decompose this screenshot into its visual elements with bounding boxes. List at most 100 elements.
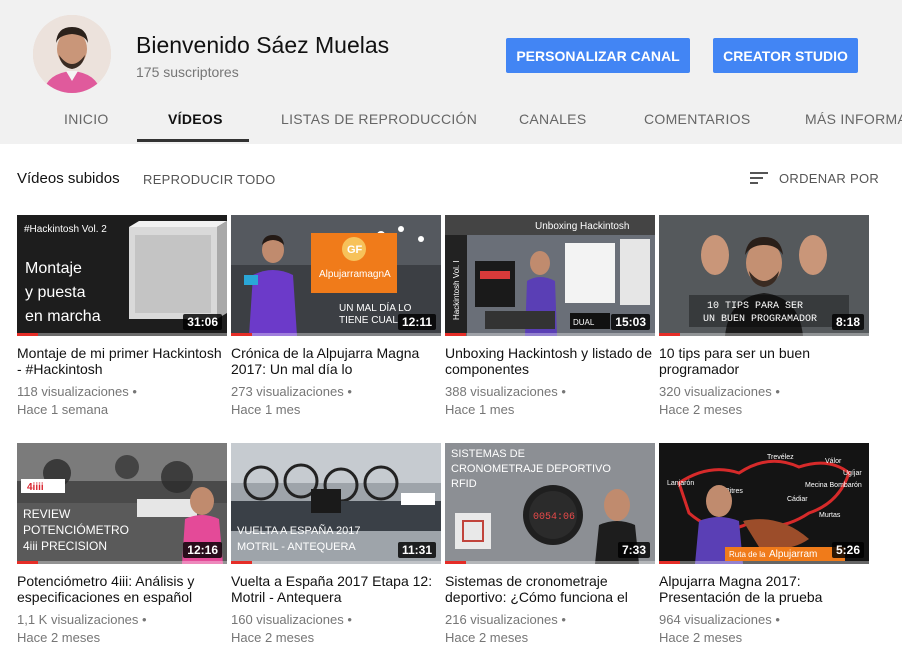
thumb-text: Ugíjar (843, 470, 862, 477)
sort-button[interactable]: ORDENAR POR (750, 168, 879, 188)
video-title[interactable]: Crónica de la Alpujarra Magna 2017: Un m… (231, 345, 441, 377)
thumb-text: POTENCIÓMETRO (23, 522, 129, 537)
video-card[interactable]: 4iiii REVIEW POTENCIÓMETRO 4iii PRECISIO… (17, 443, 227, 647)
video-duration: 12:16 (183, 542, 222, 558)
thumb-text: Montaje (25, 260, 82, 277)
tab-inicio[interactable]: INICIO (64, 96, 109, 144)
thumb-text: TIENE CUAL (339, 315, 398, 326)
video-card[interactable]: GF AlpujarramagnA UN MAL DÍA LO TIENE CU… (231, 215, 441, 419)
thumb-text: y puesta (25, 284, 86, 301)
video-age: Hace 2 meses (659, 402, 743, 417)
video-thumbnail[interactable]: 10 TIPS PARA SER UN BUEN PROGRAMADOR 8:1… (659, 215, 869, 336)
video-age: Hace 2 meses (445, 630, 529, 645)
watch-progress (17, 333, 227, 336)
video-views: 320 visualizaciones • (659, 384, 780, 399)
sort-icon (750, 171, 768, 185)
video-card[interactable]: 10 TIPS PARA SER UN BUEN PROGRAMADOR 8:1… (659, 215, 869, 419)
video-card[interactable]: Unboxing Hackintosh Hackintosh Vol. I DU… (445, 215, 655, 419)
thumb-text: en marcha (25, 308, 101, 325)
watch-progress (445, 561, 655, 564)
video-views: 388 visualizaciones • (445, 384, 566, 399)
video-title[interactable]: Sistemas de cronometraje deportivo: ¿Cóm… (445, 573, 655, 605)
thumb-text: RFID (451, 478, 477, 490)
video-duration: 7:33 (617, 542, 650, 558)
customize-channel-button[interactable]: PERSONALIZAR CANAL (506, 38, 690, 73)
video-age: Hace 1 mes (231, 402, 301, 417)
thumb-text: VUELTA A ESPAÑA 2017 (237, 524, 361, 537)
video-card[interactable]: SISTEMAS DE CRONOMETRAJE DEPORTIVO RFID … (445, 443, 655, 647)
video-thumbnail[interactable]: VUELTA A ESPAÑA 2017 MOTRIL - ANTEQUERA … (231, 443, 441, 564)
thumb-text: 0054:06 (533, 512, 575, 523)
video-card[interactable]: Trevélez Lanjarón Pitres Cádiar Ugíjar V… (659, 443, 869, 647)
thumb-text: Cádiar (787, 496, 808, 503)
watch-progress (17, 561, 227, 564)
tab-comments[interactable]: COMENTARIOS (644, 96, 751, 144)
thumb-text: Mecina Bombarón (805, 482, 862, 489)
thumb-text: 10 TIPS PARA SER (707, 301, 803, 312)
video-views: 964 visualizaciones • (659, 612, 780, 627)
tab-playlists[interactable]: LISTAS DE REPRODUCCIÓN (281, 96, 477, 144)
thumb-text: UN BUEN PROGRAMADOR (703, 314, 817, 325)
tab-about[interactable]: MÁS INFORMACIÓN (805, 96, 902, 144)
video-duration: 11:31 (397, 542, 436, 558)
channel-name: Bienvenido Sáez Muelas (136, 32, 390, 58)
thumb-text: SISTEMAS DE (451, 448, 525, 460)
video-duration: 8:18 (831, 314, 864, 330)
video-views: 160 visualizaciones • (231, 612, 352, 627)
video-title[interactable]: Vuelta a España 2017 Etapa 12: Motril - … (231, 573, 441, 605)
video-thumbnail[interactable]: GF AlpujarramagnA UN MAL DÍA LO TIENE CU… (231, 215, 441, 336)
video-age: Hace 2 meses (659, 630, 743, 645)
thumb-text: Lanjarón (667, 480, 694, 487)
thumb-text: Unboxing Hackintosh (535, 221, 630, 232)
video-title[interactable]: Unboxing Hackintosh y listado de compone… (445, 345, 655, 377)
thumb-text: Alpujarram (769, 549, 817, 560)
video-duration: 5:26 (831, 542, 864, 558)
video-title[interactable]: 10 tips para ser un buen programador (659, 345, 869, 377)
video-views: 1,1 K visualizaciones • (17, 612, 147, 627)
video-thumbnail[interactable]: Unboxing Hackintosh Hackintosh Vol. I DU… (445, 215, 655, 336)
video-duration: 15:03 (611, 314, 650, 330)
video-thumbnail[interactable]: Trevélez Lanjarón Pitres Cádiar Ugíjar V… (659, 443, 869, 564)
thumb-text: Hackintosh Vol. I (452, 260, 461, 320)
sort-label: ORDENAR POR (779, 170, 880, 186)
video-duration: 31:06 (183, 314, 222, 330)
video-card[interactable]: #Hackintosh Vol. 2 Montaje y puesta en m… (17, 215, 227, 419)
thumb-text: 4iii PRECISION (23, 539, 107, 553)
watch-progress (231, 561, 441, 564)
video-thumbnail[interactable]: SISTEMAS DE CRONOMETRAJE DEPORTIVO RFID … (445, 443, 655, 564)
video-card[interactable]: VUELTA A ESPAÑA 2017 MOTRIL - ANTEQUERA … (231, 443, 441, 647)
thumb-text: CRONOMETRAJE DEPORTIVO (451, 463, 611, 475)
thumb-text: GF (347, 244, 363, 256)
video-age: Hace 1 mes (445, 402, 515, 417)
video-title[interactable]: Montaje de mi primer Hackintosh - #Hacki… (17, 345, 227, 377)
video-views: 273 visualizaciones • (231, 384, 352, 399)
video-views: 216 visualizaciones • (445, 612, 566, 627)
thumb-text: Trevélez (767, 454, 794, 461)
video-thumbnail[interactable]: 4iiii REVIEW POTENCIÓMETRO 4iii PRECISIO… (17, 443, 227, 564)
watch-progress (231, 333, 441, 336)
thumb-text: #Hackintosh Vol. 2 (24, 224, 107, 235)
watch-progress (659, 333, 869, 336)
subscriber-count: 175 suscriptores (136, 64, 239, 80)
watch-progress (659, 561, 869, 564)
thumb-text: 4iiii (27, 482, 44, 493)
tab-channels[interactable]: CANALES (519, 96, 586, 144)
thumb-text: MOTRIL - ANTEQUERA (237, 541, 356, 553)
creator-studio-button[interactable]: CREATOR STUDIO (713, 38, 858, 73)
channel-avatar[interactable] (33, 15, 111, 93)
video-age: Hace 2 meses (231, 630, 315, 645)
video-thumbnail[interactable]: #Hackintosh Vol. 2 Montaje y puesta en m… (17, 215, 227, 336)
active-tab-indicator (137, 139, 249, 142)
video-duration: 12:11 (397, 314, 436, 330)
play-all-button[interactable]: REPRODUCIR TODO (143, 172, 276, 187)
video-title[interactable]: Potenciómetro 4iii: Análisis y especific… (17, 573, 227, 605)
thumb-text: Válor (825, 458, 842, 465)
tab-videos[interactable]: VÍDEOS (168, 96, 223, 144)
thumb-text: REVIEW (23, 507, 71, 521)
avatar-image (33, 15, 111, 93)
video-title[interactable]: Alpujarra Magna 2017: Presentación de la… (659, 573, 869, 605)
channel-header: Bienvenido Sáez Muelas 175 suscriptores … (0, 0, 902, 144)
video-views: 118 visualizaciones • (17, 384, 137, 399)
watch-progress (445, 333, 655, 336)
video-age: Hace 1 semana (17, 402, 109, 417)
